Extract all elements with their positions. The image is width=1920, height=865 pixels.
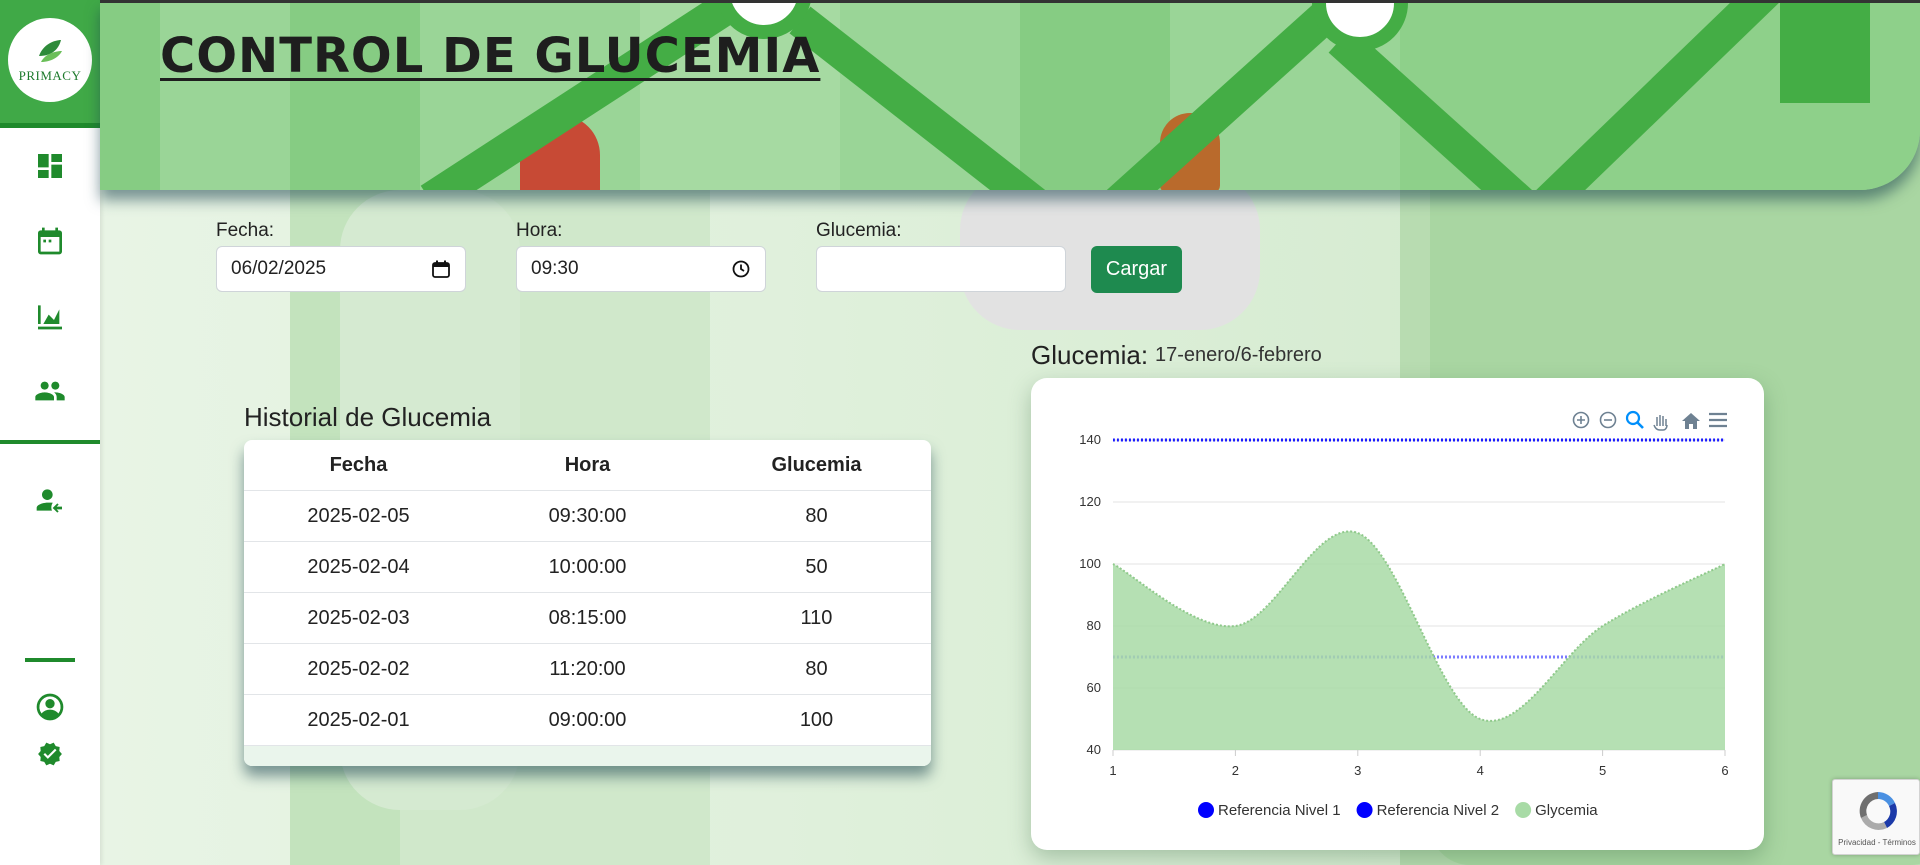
leaf-logo-icon <box>39 40 62 62</box>
sidebar-item-dashboard[interactable] <box>32 148 68 184</box>
cargar-button[interactable]: Cargar <box>1091 246 1182 293</box>
sidebar-item-verified[interactable] <box>32 736 68 772</box>
cell-hora: 08:15:00 <box>548 606 627 629</box>
recaptcha-text: Privacidad - Términos <box>1838 838 1916 847</box>
chart-svg: 40 60 80 100 120 140 1 2 3 4 5 6 Referencia Nivel 1 R… <box>1079 410 1729 819</box>
y-tick-label: 120 <box>1079 494 1101 509</box>
history-table: Fecha Hora Glucemia 2025-02-05 09:30:00 … <box>244 440 931 766</box>
y-tick-label: 60 <box>1087 680 1101 695</box>
zoom-select-icon[interactable] <box>1625 410 1644 429</box>
brand-logo[interactable]: PRIMACY <box>8 18 92 102</box>
y-tick-label: 80 <box>1087 618 1101 633</box>
calendar-icon <box>38 227 62 255</box>
hora-input[interactable]: 09:30 <box>516 246 766 292</box>
page-title: CONTROL DE GLUCEMIA <box>160 28 821 84</box>
table-row[interactable]: 2025-02-05 09:30:00 80 <box>244 491 931 542</box>
cell-fecha: 2025-02-04 <box>307 555 410 578</box>
cell-hora: 10:00:00 <box>548 555 627 578</box>
person-exit-icon <box>36 489 62 513</box>
calendar-picker-icon[interactable] <box>431 259 451 279</box>
legend-label[interactable]: Referencia Nivel 2 <box>1377 802 1500 819</box>
hora-value: 09:30 <box>531 258 579 279</box>
sidebar-item-users[interactable] <box>32 373 68 409</box>
legend-label[interactable]: Referencia Nivel 1 <box>1218 802 1341 819</box>
sidebar-item-chart[interactable] <box>32 298 68 334</box>
legend-marker[interactable] <box>1356 802 1373 818</box>
column-header-fecha[interactable]: Fecha <box>244 454 473 477</box>
y-tick-label: 100 <box>1079 556 1101 571</box>
zoom-in-icon[interactable] <box>1572 411 1590 429</box>
table-row[interactable]: 2025-02-02 11:20:00 80 <box>244 644 931 695</box>
group-icon <box>35 381 65 401</box>
sidebar: PRIMACY <box>0 0 100 865</box>
cell-fecha: 2025-02-05 <box>307 504 410 527</box>
zoom-out-icon[interactable] <box>1599 411 1617 429</box>
logo-area: PRIMACY <box>0 0 100 128</box>
cell-fecha: 2025-02-01 <box>307 708 410 731</box>
cell-glucemia: 50 <box>805 555 828 578</box>
fecha-label: Fecha: <box>216 220 275 241</box>
column-header-hora[interactable]: Hora <box>473 454 702 477</box>
cell-glucemia: 110 <box>800 606 833 629</box>
recaptcha-icon <box>1859 792 1897 830</box>
x-tick-label: 2 <box>1232 763 1239 778</box>
legend-marker[interactable] <box>1515 802 1532 818</box>
sidebar-item-calendar[interactable] <box>32 223 68 259</box>
dashboard-icon <box>38 154 62 178</box>
recaptcha-badge[interactable]: Privacidad - Términos <box>1832 779 1920 855</box>
clock-icon[interactable] <box>731 259 751 279</box>
cell-fecha: 2025-02-03 <box>307 606 410 629</box>
cell-glucemia: 100 <box>799 708 834 731</box>
brand-name: PRIMACY <box>18 68 82 83</box>
cell-hora: 09:00:00 <box>548 708 627 731</box>
account-circle-icon <box>36 693 64 721</box>
cell-fecha: 2025-02-02 <box>307 657 410 680</box>
table-row[interactable]: 2025-02-03 08:15:00 110 <box>244 593 931 644</box>
chart-heading: Glucemia: <box>1031 340 1149 370</box>
cell-hora: 11:20:00 <box>549 657 626 680</box>
sidebar-divider-short <box>25 658 75 662</box>
area-chart-icon <box>38 305 62 330</box>
fecha-input[interactable]: 06/02/2025 <box>216 246 466 292</box>
glucemia-input[interactable] <box>816 246 1066 292</box>
history-title: Historial de Glucemia <box>244 402 492 432</box>
x-tick-label: 3 <box>1354 763 1361 778</box>
verified-badge-icon <box>38 742 62 766</box>
pan-icon[interactable] <box>1653 415 1668 431</box>
sidebar-divider <box>0 440 100 444</box>
column-header-glucemia[interactable]: Glucemia <box>702 454 931 477</box>
legend-marker[interactable] <box>1198 802 1214 818</box>
x-tick-label: 5 <box>1599 763 1606 778</box>
y-tick-label: 40 <box>1087 742 1101 757</box>
x-tick-label: 1 <box>1109 763 1116 778</box>
table-footer <box>244 746 931 766</box>
hora-label: Hora: <box>516 220 563 241</box>
cell-hora: 09:30:00 <box>548 504 627 527</box>
cell-glucemia: 80 <box>805 657 828 680</box>
table-header: Fecha Hora Glucemia <box>244 440 931 491</box>
chart-date-range: 17-enero/6-febrero <box>1155 344 1322 366</box>
x-tick-label: 6 <box>1721 763 1728 778</box>
home-icon[interactable] <box>1682 413 1700 429</box>
table-row[interactable]: 2025-02-01 09:00:00 100 <box>244 695 931 746</box>
glucemia-label: Glucemia: <box>816 220 902 241</box>
fecha-value: 06/02/2025 <box>231 258 327 279</box>
sidebar-item-account[interactable] <box>32 689 68 725</box>
menu-icon[interactable] <box>1709 412 1727 428</box>
y-tick-label: 140 <box>1079 432 1101 447</box>
x-tick-label: 4 <box>1477 763 1484 778</box>
cell-glucemia: 80 <box>805 504 828 527</box>
legend-label[interactable]: Glycemia <box>1535 802 1598 819</box>
sidebar-item-logout[interactable] <box>32 482 68 518</box>
glucemia-chart: 40 60 80 100 120 140 1 2 3 4 5 6 Referencia Nivel 1 R… <box>1031 378 1764 850</box>
table-row[interactable]: 2025-02-04 10:00:00 50 <box>244 542 931 593</box>
